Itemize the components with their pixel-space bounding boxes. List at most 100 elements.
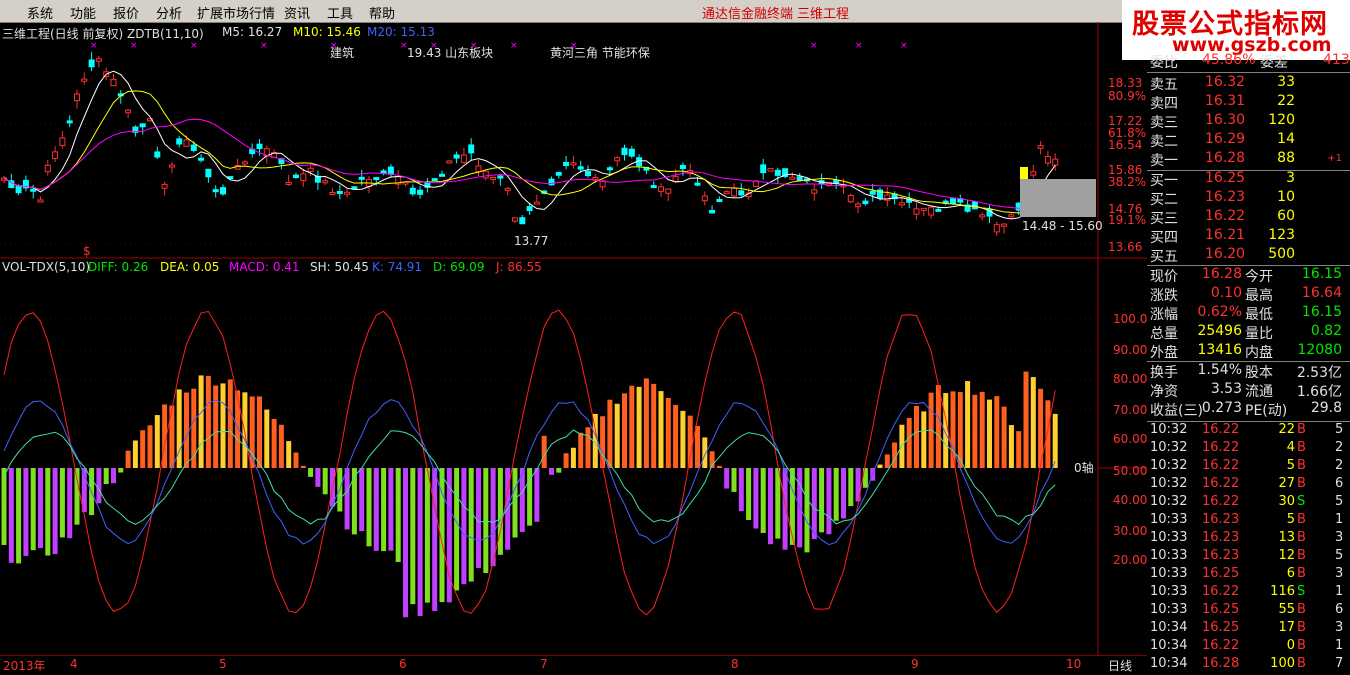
tick-volume: 4	[1286, 440, 1295, 455]
candle-body	[139, 123, 146, 128]
candle-body	[431, 178, 438, 182]
macd-bar	[965, 381, 971, 468]
macd-bar	[169, 405, 175, 468]
macd-bar	[395, 468, 401, 562]
date-label-5: 5	[219, 657, 227, 671]
bid-price: 16.21	[1205, 227, 1246, 243]
macd-bar	[388, 468, 394, 551]
macd-bar	[359, 468, 365, 532]
candle-body	[300, 173, 307, 182]
macd-bar	[775, 468, 781, 539]
ask-price: 16.32	[1205, 74, 1246, 90]
tick-row: 10:32 16.22 22 B 5	[1147, 422, 1350, 441]
stat-row: 现价 16.28 今开 16.15	[1147, 266, 1350, 285]
tick-count: 7	[1335, 656, 1344, 671]
menu-ext-market[interactable]: 扩展市场行情	[197, 3, 275, 22]
candle-body	[453, 154, 460, 159]
kline-chart[interactable]: × × × × × × × × × × × × ×	[0, 22, 1147, 673]
chart-area[interactable]: × × × × × × × × × × × × × 三维工程(日线 前复权) ZDTB(11,10) M…	[0, 22, 1147, 673]
candle-body	[855, 203, 862, 208]
menu-function[interactable]: 功能	[70, 3, 96, 22]
tick-row: 10:32 16.22 30 S 5	[1147, 494, 1350, 513]
candle-body	[497, 175, 504, 179]
macd-bar	[300, 465, 306, 468]
candle-body	[336, 190, 343, 194]
candle-body	[475, 165, 482, 173]
macd-bar	[205, 375, 211, 468]
price-axis-4: 16.54	[1108, 138, 1143, 152]
stat2-value: 0.273	[1201, 400, 1242, 416]
candle-body	[920, 207, 927, 211]
macd-bar	[1001, 406, 1007, 468]
macd-bar	[746, 468, 752, 521]
macd-bar	[979, 391, 985, 468]
tick-count: 5	[1335, 548, 1344, 563]
tick-time: 10:32	[1150, 458, 1188, 473]
tick-volume: 100	[1270, 656, 1295, 671]
macd-bar	[1052, 413, 1058, 468]
macd-bar	[454, 468, 460, 591]
tick-side: B	[1297, 422, 1306, 437]
menu-analysis[interactable]: 分析	[156, 3, 182, 22]
ask-label: 卖四	[1150, 96, 1178, 112]
menu-news[interactable]: 资讯	[284, 3, 310, 22]
tick-volume: 55	[1278, 602, 1295, 617]
tick-row: 10:34 16.22 0 B 1	[1147, 638, 1350, 657]
stat-value: 0.82	[1310, 323, 1342, 339]
tick-count: 3	[1335, 620, 1344, 635]
candle-body	[154, 151, 161, 158]
macd-bar	[972, 394, 978, 468]
macd-bar	[16, 468, 22, 564]
macd-bar	[344, 468, 350, 530]
menu-quote[interactable]: 报价	[113, 3, 139, 22]
candle-body	[760, 164, 767, 174]
ask-volume: 33	[1277, 74, 1295, 90]
macd-bar	[74, 468, 80, 525]
tick-time: 10:34	[1150, 656, 1188, 671]
stat2-row: 收益(三) 0.273 PE(动) 29.8	[1147, 400, 1350, 419]
macd-bar	[1, 468, 7, 545]
stat-value: 0.62%	[1197, 304, 1242, 320]
tick-row: 10:33 16.22 116 S 1	[1147, 584, 1350, 603]
macd-bar	[1008, 425, 1014, 468]
tick-volume: 5	[1286, 512, 1295, 527]
indicator-header-name: VOL-TDX(5,10)	[2, 260, 91, 274]
macd-bar	[665, 397, 671, 468]
tick-price: 16.23	[1202, 512, 1240, 527]
menu-system[interactable]: 系统	[27, 3, 53, 22]
bid-price: 16.25	[1205, 170, 1246, 186]
candle-body	[504, 187, 511, 191]
menu-tools[interactable]: 工具	[327, 3, 353, 22]
stat-value: 25496	[1197, 323, 1242, 339]
bid-label: 买三	[1150, 211, 1178, 227]
bid-price: 16.22	[1205, 208, 1246, 224]
stat2-value: 1.54%	[1197, 362, 1242, 378]
tick-side: B	[1297, 476, 1306, 491]
candle-body	[694, 182, 701, 186]
stat-value: 16.28	[1201, 266, 1242, 282]
tick-price: 16.22	[1202, 422, 1240, 437]
candle-body	[672, 176, 679, 182]
period-label[interactable]: 日线	[1108, 657, 1132, 674]
signal-marker: ×	[260, 41, 268, 51]
annotation-building: 建筑	[330, 46, 355, 60]
candle-body	[205, 168, 212, 178]
tick-row: 10:34 16.28 100 B 7	[1147, 656, 1350, 675]
signal-marker: ×	[190, 41, 198, 51]
macd-bar	[1023, 371, 1029, 468]
candle-body	[409, 187, 416, 195]
date-label-year: 2013年	[3, 659, 46, 673]
macd-bar	[556, 468, 562, 473]
macd-bar	[833, 468, 839, 521]
macd-bar	[549, 468, 554, 475]
ask-price: 16.28	[1205, 150, 1246, 166]
candle-body	[533, 201, 540, 205]
diff-label: DIFF: 0.26	[88, 260, 149, 274]
tick-row: 10:32 16.22 27 B 6	[1147, 476, 1350, 495]
candle-body	[898, 202, 905, 206]
tick-row: 10:33 16.25 55 B 6	[1147, 602, 1350, 621]
menu-help[interactable]: 帮助	[369, 3, 395, 22]
bid-row: 买一 16.25 3	[1147, 170, 1350, 189]
macd-bar	[140, 430, 146, 468]
macd-bar	[264, 409, 270, 468]
